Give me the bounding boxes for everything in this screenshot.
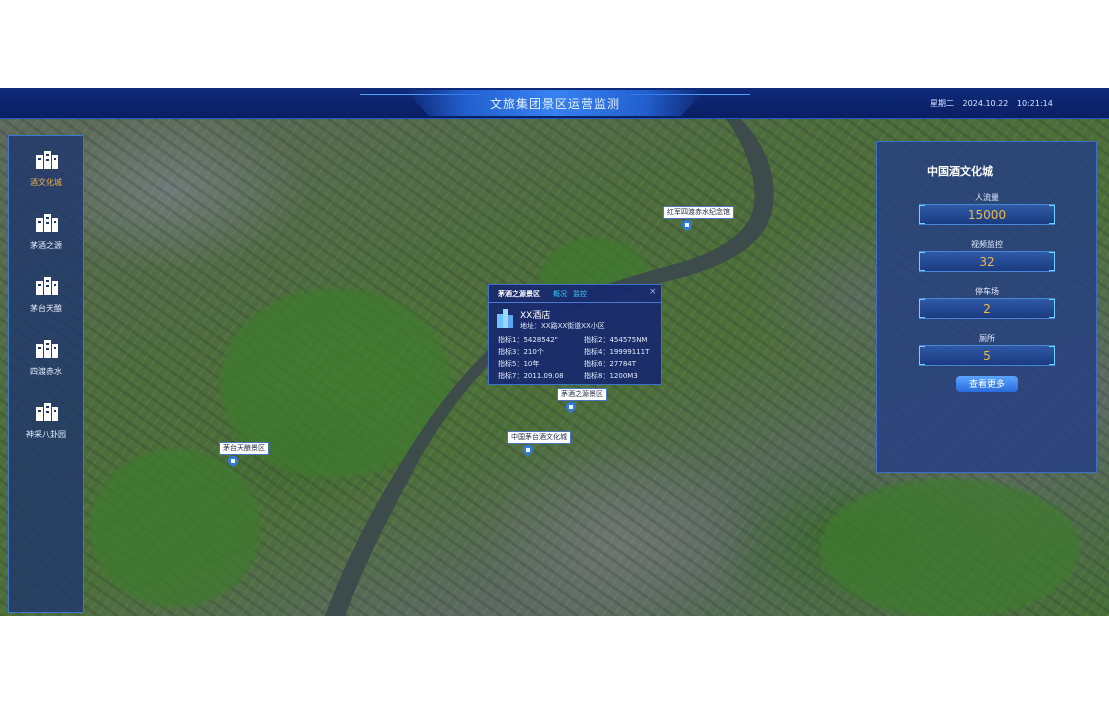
metric-value: 210个 [523,348,544,356]
panel-title: 中国酒文化城 [927,165,993,178]
sidebar-item-label: 茅酒之源 [30,241,62,250]
sidebar-item-shencai-baguayuan[interactable]: 神采八卦园 [9,402,83,458]
sidebar-item-label: 神采八卦园 [26,430,66,439]
page-title: 文旅集团景区运营监测 [489,97,620,111]
location-pin-icon [228,456,238,467]
location-pin-icon [523,445,533,456]
sidebar-item-label: 茅台天酿 [30,304,62,313]
close-icon[interactable]: × [649,287,657,297]
popup-metric: 指标6：27784T [584,359,636,369]
time-text: 10:21:14 [1016,99,1053,108]
date-text: 2024.10.22 [962,99,1009,108]
sidebar-item-maojiuzhiyuan[interactable]: 茅酒之源 [9,213,83,269]
popup-metric: 指标3：210个 [498,347,544,357]
marker-label: 中国茅台酒文化城 [507,431,571,444]
metric-value: 27784T [609,360,637,368]
sidebar-item-label: 四渡赤水 [30,367,62,376]
stat-label-parking: 停车场 [975,287,999,296]
popup-header: 茅酒之源景区 概况 监控 × [489,285,661,303]
metric-label: 指标7： [498,372,524,380]
metric-value: 454575NM [609,336,648,344]
building-icon [36,403,58,421]
stat-value-toilets: 5 [919,345,1055,366]
popup-tab-monitor[interactable]: 监控 [573,289,587,299]
location-pin-icon [566,402,576,413]
popup-metric: 指标7：2011.09.08 [498,371,564,381]
metric-value: 2011.09.08 [523,372,564,380]
metric-label: 指标5： [498,360,524,368]
popup-metric: 指标4：19999111T [584,347,649,357]
stat-label-visitors: 人流量 [975,193,999,202]
stat-label-cameras: 视频监控 [971,240,1003,249]
building-icon [36,214,58,232]
metric-value: 5428542" [523,336,558,344]
metric-label: 指标8： [584,372,610,380]
popup-title: 茅酒之源景区 [498,290,540,298]
building-icon [36,277,58,295]
info-popup: 茅酒之源景区 概况 监控 × XX酒店 地址：XX路XX街道XX小区 指标1：5… [488,284,662,385]
building-icon [36,151,58,169]
view-more-button[interactable]: 查看更多 [956,376,1018,392]
popup-metric: 指标1：5428542" [498,335,558,345]
popup-metric: 指标5：10年 [498,359,539,369]
sidebar: 酒文化城 茅酒之源 茅台天酿 四渡赤水 神采八卦园 [8,135,84,613]
sidebar-item-label: 酒文化城 [30,178,62,187]
metric-label: 指标4： [584,348,610,356]
stat-value-parking: 2 [919,298,1055,319]
metric-label: 指标6： [584,360,610,368]
datetime: 星期二 2024.10.22 10:21:14 [930,98,1059,109]
metric-value: 19999111T [609,348,650,356]
building-icon [36,340,58,358]
stat-label-toilets: 厕所 [979,334,995,343]
stat-value-cameras: 32 [919,251,1055,272]
building-icon [497,309,513,328]
marker-label: 红军四渡赤水纪念馆 [663,206,734,219]
popup-metric: 指标8：1200M3 [584,371,638,381]
metric-value: 10年 [523,360,540,368]
marker-label: 茅酒之源景区 [557,388,607,401]
scenic-info-panel: 中国酒文化城 人流量 15000 视频监控 32 停车场 2 厕所 5 查看更多 [876,141,1097,473]
app-root: 文旅集团景区运营监测 星期二 2024.10.22 10:21:14 酒文化城 … [0,88,1109,616]
sidebar-item-sidu-chishui[interactable]: 四渡赤水 [9,339,83,395]
popup-place-name: XX酒店 [520,311,551,321]
metric-value: 1200M3 [609,372,638,380]
popup-metric: 指标2：454575NM [584,335,647,345]
header-bar: 文旅集团景区运营监测 星期二 2024.10.22 10:21:14 [0,88,1109,119]
weekday-text: 星期二 [930,99,954,108]
sidebar-item-maotaitianniang[interactable]: 茅台天酿 [9,276,83,332]
popup-tab-overview[interactable]: 概况 [553,289,567,299]
location-pin-icon [682,220,692,231]
metric-label: 指标2： [584,336,610,344]
stat-value-visitors: 15000 [919,204,1055,225]
metric-label: 指标1： [498,336,524,344]
metric-label: 指标3： [498,348,524,356]
marker-label: 茅台天酿景区 [219,442,269,455]
popup-address: 地址：XX路XX街道XX小区 [520,322,605,330]
sidebar-item-jiuwenhuacheng[interactable]: 酒文化城 [9,150,83,206]
